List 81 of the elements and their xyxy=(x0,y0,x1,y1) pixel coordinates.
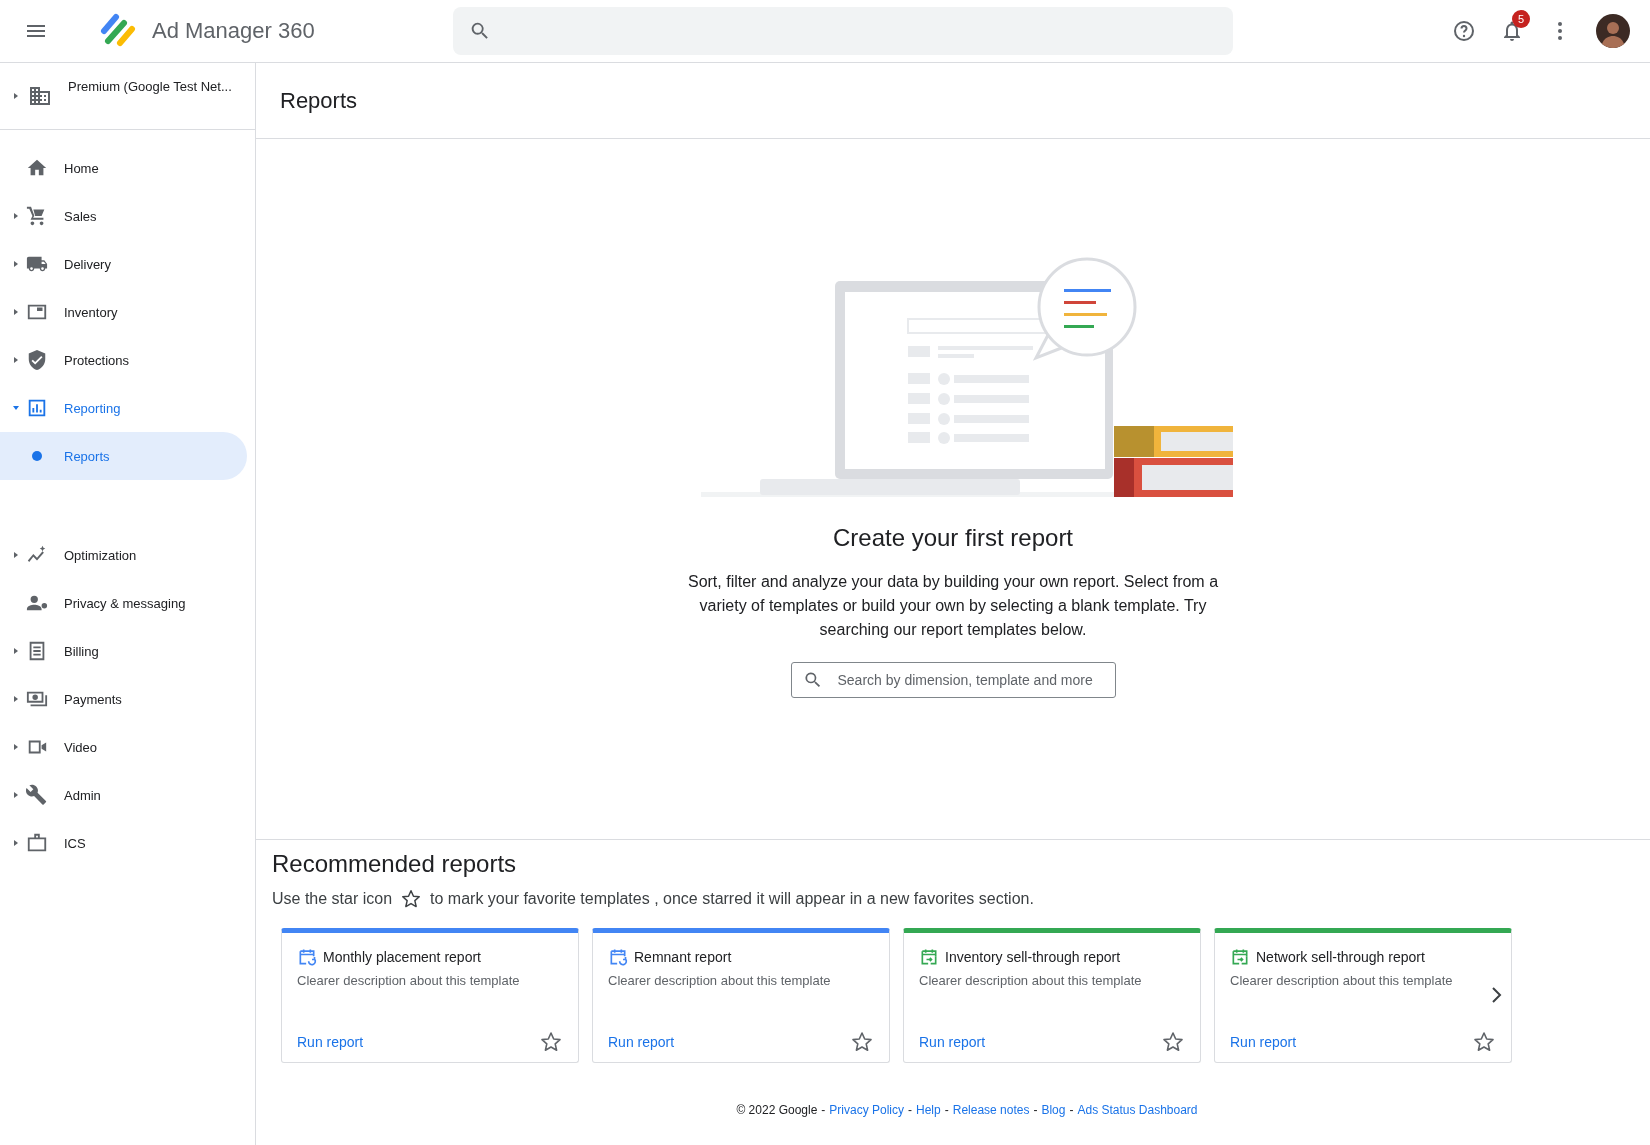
empty-state-title: Create your first report xyxy=(832,524,1074,552)
nav-item[interactable]: Sales xyxy=(0,192,247,240)
report-card[interactable]: Network sell-through report Clearer description about this template Run report xyxy=(1214,928,1512,1063)
nav-item[interactable]: Billing xyxy=(0,627,247,675)
footer-link[interactable]: Blog xyxy=(1041,1103,1066,1117)
app-title: Ad Manager 360 xyxy=(152,18,315,44)
copyright-text: © 2022 Google xyxy=(736,1103,818,1117)
calendar-arrow-icon xyxy=(1230,947,1250,967)
template-search-field[interactable]: Search by dimension, template and more xyxy=(790,662,1116,698)
run-report-link[interactable]: Run report xyxy=(608,1034,675,1050)
card-title: Remnant report xyxy=(634,949,732,965)
report-card[interactable]: Monthly placement report Clearer description about this template Run report xyxy=(281,928,579,1063)
separator-text: - xyxy=(1033,1103,1038,1117)
card-description: Clearer description about this template xyxy=(1230,973,1454,988)
footer-link[interactable]: Ads Status Dashboard xyxy=(1077,1103,1198,1117)
report-card[interactable]: Remnant report Clearer description about this template Run report xyxy=(592,928,890,1063)
calendar-arrow-icon xyxy=(919,947,939,967)
caret-icon[interactable] xyxy=(12,92,20,100)
nav-item[interactable]: Reporting xyxy=(0,384,247,432)
nav-item[interactable]: Video xyxy=(0,723,247,771)
empty-state-description: Sort, filter and analyze your data by building your own report. Select from a variety of templates or build your own by selecting a blank template. Try searching our report templates below. xyxy=(686,572,1220,640)
bullet-icon xyxy=(32,451,42,461)
nav-item[interactable]: Optimization xyxy=(0,531,247,579)
help-icon[interactable] xyxy=(1452,19,1476,43)
separator-text: - xyxy=(1069,1103,1074,1117)
caret-icon xyxy=(12,260,20,268)
card-description: Clearer description about this template xyxy=(608,973,832,988)
run-report-link[interactable]: Run report xyxy=(919,1034,986,1050)
notification-badge: 5 xyxy=(1512,10,1530,28)
caret-icon xyxy=(12,551,20,559)
wrench-icon xyxy=(26,784,48,806)
caret-icon xyxy=(12,743,20,751)
calendar-refresh-icon xyxy=(608,947,628,967)
star-icon[interactable] xyxy=(1161,1030,1185,1054)
building-icon xyxy=(28,84,52,108)
star-icon[interactable] xyxy=(539,1030,563,1054)
report-card[interactable]: Inventory sell-through report Clearer description about this template Run report xyxy=(903,928,1201,1063)
card-description: Clearer description about this template xyxy=(297,973,521,988)
star-icon[interactable] xyxy=(1472,1030,1496,1054)
nav-item[interactable]: Payments xyxy=(0,675,247,723)
star-icon[interactable] xyxy=(850,1030,874,1054)
nav-item[interactable]: Privacy & messaging xyxy=(0,579,247,627)
caret-icon xyxy=(12,695,20,703)
caret-icon xyxy=(12,839,20,847)
card-description: Clearer description about this template xyxy=(919,973,1143,988)
search-field[interactable] xyxy=(452,7,1233,55)
separator-text: - xyxy=(908,1103,913,1117)
card-title: Monthly placement report xyxy=(323,949,481,965)
run-report-link[interactable]: Run report xyxy=(297,1034,364,1050)
calendar-refresh-icon xyxy=(297,947,317,967)
nav-item[interactable]: Reports xyxy=(0,432,247,480)
nav-item[interactable]: Delivery xyxy=(0,240,247,288)
nav-item[interactable]: Protections xyxy=(0,336,247,384)
bar-chart-icon xyxy=(26,397,48,419)
footer-link[interactable]: Privacy Policy xyxy=(829,1103,905,1117)
separator-text: - xyxy=(821,1103,826,1117)
hint-text: to mark your favorite templates , once starred it will appear in a new favorites section. xyxy=(430,890,1034,908)
hint-text: Use the star icon xyxy=(272,890,393,908)
nav-item[interactable]: ICS xyxy=(0,819,247,867)
nav-item[interactable]: Inventory xyxy=(0,288,247,336)
caret-icon xyxy=(12,308,20,316)
footer-link[interactable]: Help xyxy=(916,1103,941,1117)
card-title: Network sell-through report xyxy=(1256,949,1425,965)
separator-text: - xyxy=(944,1103,949,1117)
caret-icon xyxy=(12,212,20,220)
account-name[interactable]: Premium (Google Test Net... xyxy=(68,79,232,94)
caret-icon xyxy=(12,404,20,412)
card-title: Inventory sell-through report xyxy=(945,949,1121,965)
caret-icon xyxy=(12,647,20,655)
page-title: Reports xyxy=(280,87,358,114)
avatar-icon[interactable] xyxy=(1596,14,1630,48)
star-icon xyxy=(400,888,423,910)
footer-link[interactable]: Release notes xyxy=(952,1103,1030,1117)
nav-item[interactable]: Home xyxy=(0,144,247,192)
caret-icon xyxy=(12,791,20,799)
run-report-link[interactable]: Run report xyxy=(1230,1034,1297,1050)
shield-icon xyxy=(26,349,48,371)
caret-icon xyxy=(12,356,20,364)
briefcase-icon xyxy=(26,832,48,854)
nav-item[interactable]: Admin xyxy=(0,771,247,819)
section-title: Recommended reports xyxy=(272,850,518,878)
